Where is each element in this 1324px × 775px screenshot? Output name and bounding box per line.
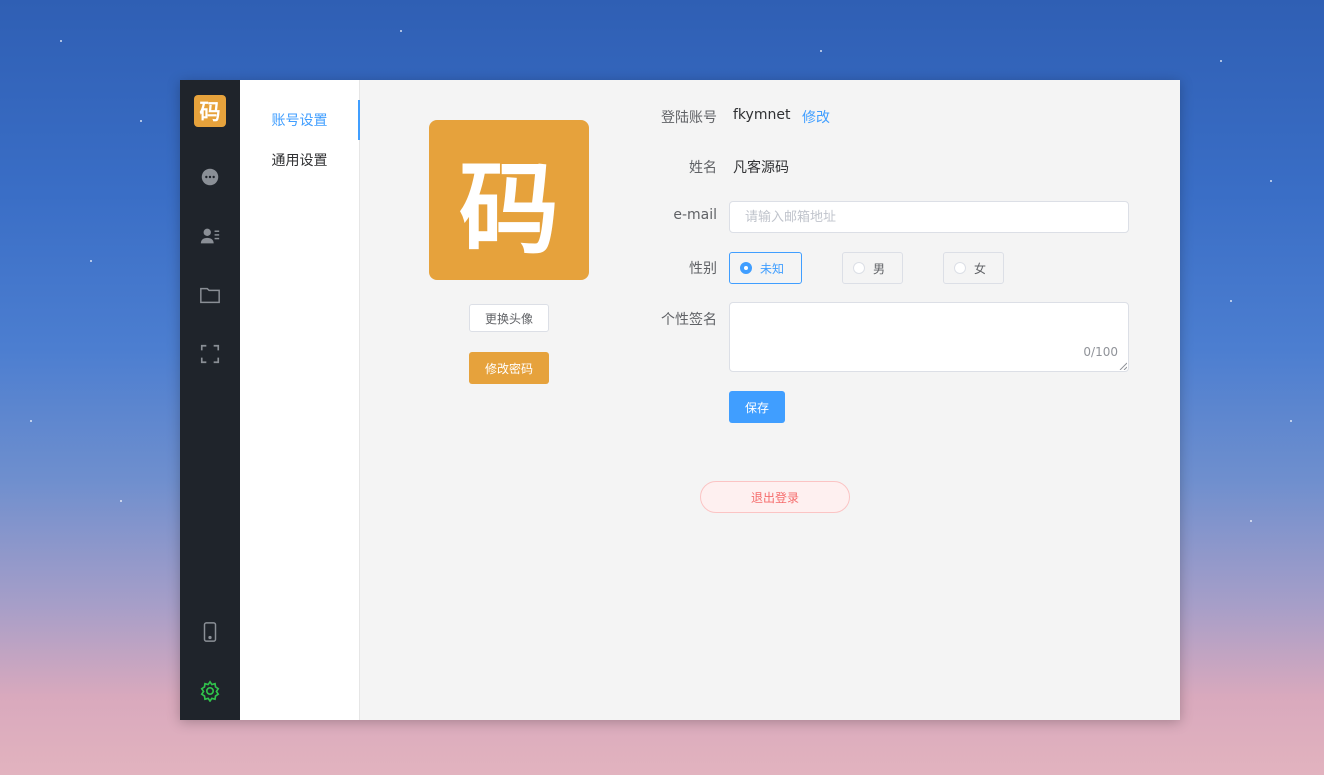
- app-window: 码 账号设置 通用设置 码 更换头像 修改密码 登陆账号 fkymnet 修改 …: [180, 80, 1180, 720]
- contacts-icon[interactable]: [198, 224, 222, 248]
- change-avatar-button[interactable]: 更换头像: [469, 304, 549, 332]
- settings-submenu: 账号设置 通用设置: [240, 80, 360, 720]
- save-button[interactable]: 保存: [729, 391, 785, 423]
- edit-account-link[interactable]: 修改: [802, 107, 830, 127]
- name-value: 凡客源码: [733, 160, 789, 176]
- icon-rail: 码: [180, 80, 240, 720]
- account-label: 登陆账号: [661, 110, 717, 126]
- signature-label: 个性签名: [661, 312, 717, 328]
- radio-unchecked-icon: [853, 262, 865, 274]
- change-password-button[interactable]: 修改密码: [469, 352, 549, 384]
- mobile-icon[interactable]: [198, 620, 222, 644]
- gender-option-label: 未知: [760, 261, 785, 276]
- gender-option-label: 女: [974, 261, 987, 276]
- signature-field: 0/100: [729, 302, 1129, 372]
- avatar: 码: [429, 120, 589, 280]
- signature-textarea[interactable]: [730, 303, 1128, 371]
- gender-radio-unknown[interactable]: 未知: [729, 252, 802, 284]
- fullscreen-icon[interactable]: [198, 342, 222, 366]
- account-value: fkymnet: [733, 107, 791, 123]
- name-label: 姓名: [689, 160, 717, 176]
- gender-label: 性别: [689, 261, 717, 277]
- gender-radio-male[interactable]: 男: [842, 252, 903, 284]
- app-logo: 码: [194, 95, 226, 127]
- folder-icon[interactable]: [198, 283, 222, 307]
- email-label: e-mail: [673, 207, 717, 223]
- chat-icon[interactable]: [198, 165, 222, 189]
- settings-gear-icon[interactable]: [198, 679, 222, 703]
- gender-radio-female[interactable]: 女: [943, 252, 1004, 284]
- signature-counter: 0/100: [1083, 345, 1118, 359]
- avatar-section: 码: [429, 120, 589, 280]
- email-input[interactable]: [729, 201, 1129, 233]
- radio-checked-icon: [740, 262, 752, 274]
- gender-option-label: 男: [873, 261, 886, 276]
- resize-grip-icon[interactable]: [1119, 362, 1127, 370]
- submenu-item-general-settings[interactable]: 通用设置: [240, 140, 359, 180]
- logout-button[interactable]: 退出登录: [700, 481, 850, 513]
- radio-unchecked-icon: [954, 262, 966, 274]
- submenu-item-account-settings[interactable]: 账号设置: [240, 100, 360, 140]
